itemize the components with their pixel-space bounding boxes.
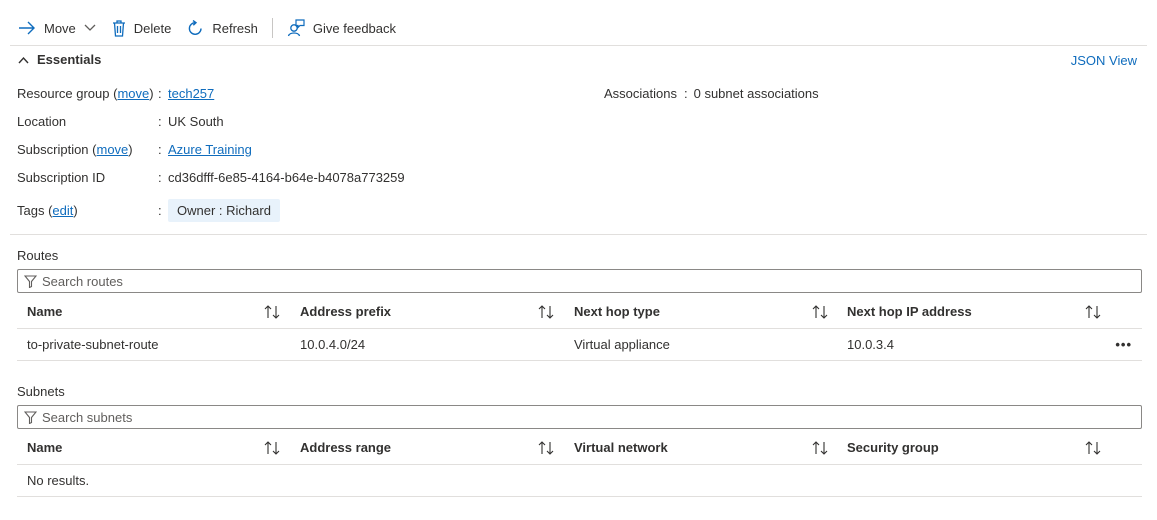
resource-group-move-link[interactable]: move <box>117 86 149 101</box>
sort-arrows-icon[interactable] <box>812 295 828 328</box>
sort-arrows-icon[interactable] <box>812 431 828 464</box>
subnets-header-row: Name Address range Virtual network Secur… <box>17 431 1142 465</box>
json-view-link[interactable]: JSON View <box>1071 53 1137 68</box>
associations-row: Associations : 0 subnet associations <box>604 84 819 102</box>
subscription-label: Subscription (move) <box>17 141 133 157</box>
column-header-virtual-network[interactable]: Virtual network <box>574 431 668 464</box>
colon: : <box>158 113 162 129</box>
location-value: UK South <box>168 113 224 129</box>
resource-group-link[interactable]: tech257 <box>168 86 214 101</box>
table-row[interactable]: to-private-subnet-route 10.0.4.0/24 Virt… <box>17 329 1142 361</box>
subscription-link[interactable]: Azure Training <box>168 142 252 157</box>
location-row: Location : UK South <box>17 112 224 130</box>
refresh-icon <box>189 19 203 35</box>
associations-value: 0 subnet associations <box>693 85 819 101</box>
colon: : <box>158 202 162 218</box>
associations-label: Associations <box>604 85 677 101</box>
no-results-text: No results. <box>27 473 90 488</box>
subscription-move-link[interactable]: move <box>97 142 129 157</box>
route-address-prefix: 10.0.4.0/24 <box>300 337 366 352</box>
route-name: to-private-subnet-route <box>27 337 159 352</box>
subscription-id-label: Subscription ID <box>17 169 106 185</box>
more-actions-button[interactable]: ••• <box>1115 329 1132 360</box>
delete-label: Delete <box>133 20 172 36</box>
routes-title: Routes <box>17 248 59 263</box>
essentials-toggle[interactable]: Essentials <box>18 52 101 67</box>
tags-label: Tags (edit) <box>17 202 78 218</box>
toolbar-divider <box>271 18 273 38</box>
routes-search-box[interactable] <box>17 269 1142 293</box>
subscription-row: Subscription (move) : Azure Training <box>17 140 252 158</box>
column-header-next-hop-type[interactable]: Next hop type <box>574 295 660 328</box>
column-header-name[interactable]: Name <box>27 431 62 464</box>
subnets-search-input[interactable] <box>42 409 1132 425</box>
sort-arrows-icon[interactable] <box>1085 295 1101 328</box>
subnets-title: Subnets <box>17 384 65 399</box>
move-label: Move <box>44 20 76 36</box>
routes-header-row: Name Address prefix Next hop type Next h… <box>17 295 1142 329</box>
routes-search-input[interactable] <box>42 273 1132 289</box>
sort-arrows-icon[interactable] <box>538 295 554 328</box>
column-header-next-hop-ip[interactable]: Next hop IP address <box>847 295 972 328</box>
empty-state-row: No results. <box>17 465 1142 497</box>
refresh-button[interactable]: Refresh <box>179 14 266 42</box>
command-bar: Move Delete Refresh Give feedback <box>10 14 404 42</box>
colon: : <box>158 85 162 101</box>
location-label: Location <box>17 113 67 129</box>
move-button[interactable]: Move <box>10 14 104 42</box>
route-next-hop-type: Virtual appliance <box>574 337 670 352</box>
filter-icon <box>24 274 37 288</box>
column-header-security-group[interactable]: Security group <box>847 431 939 464</box>
column-header-address-prefix[interactable]: Address prefix <box>300 295 391 328</box>
sort-arrows-icon[interactable] <box>264 295 280 328</box>
column-header-address-range[interactable]: Address range <box>300 431 391 464</box>
colon: : <box>683 85 688 101</box>
tags-row: Tags (edit) : Owner : Richard <box>17 198 280 222</box>
subscription-id-row: Subscription ID : cd36dfff-6e85-4164-b64… <box>17 168 405 186</box>
toolbar-divider-line <box>10 45 1147 46</box>
route-next-hop-ip: 10.0.3.4 <box>847 337 894 352</box>
give-feedback-label: Give feedback <box>312 20 397 36</box>
colon: : <box>158 141 162 157</box>
essentials-divider <box>10 234 1147 235</box>
trash-icon <box>112 19 125 37</box>
refresh-label: Refresh <box>212 20 258 36</box>
feedback-person-icon <box>287 19 305 37</box>
sort-arrows-icon[interactable] <box>1085 431 1101 464</box>
give-feedback-button[interactable]: Give feedback <box>279 14 404 42</box>
chevron-down-icon <box>84 24 96 31</box>
colon: : <box>158 169 162 185</box>
tags-edit-link[interactable]: edit <box>52 203 73 218</box>
sort-arrows-icon[interactable] <box>538 431 554 464</box>
chevron-up-icon <box>18 56 29 63</box>
delete-button[interactable]: Delete <box>104 14 180 42</box>
sort-arrows-icon[interactable] <box>264 431 280 464</box>
arrow-right-icon <box>19 21 35 35</box>
resource-group-label: Resource group (move) <box>17 85 154 101</box>
subscription-id-value: cd36dfff-6e85-4164-b64e-b4078a773259 <box>168 169 405 185</box>
tag-chip: Owner : Richard <box>168 198 280 222</box>
essentials-title: Essentials <box>37 52 102 67</box>
subnets-search-box[interactable] <box>17 405 1142 429</box>
filter-icon <box>24 410 37 424</box>
resource-group-row: Resource group (move) : tech257 <box>17 84 214 102</box>
column-header-name[interactable]: Name <box>27 295 62 328</box>
